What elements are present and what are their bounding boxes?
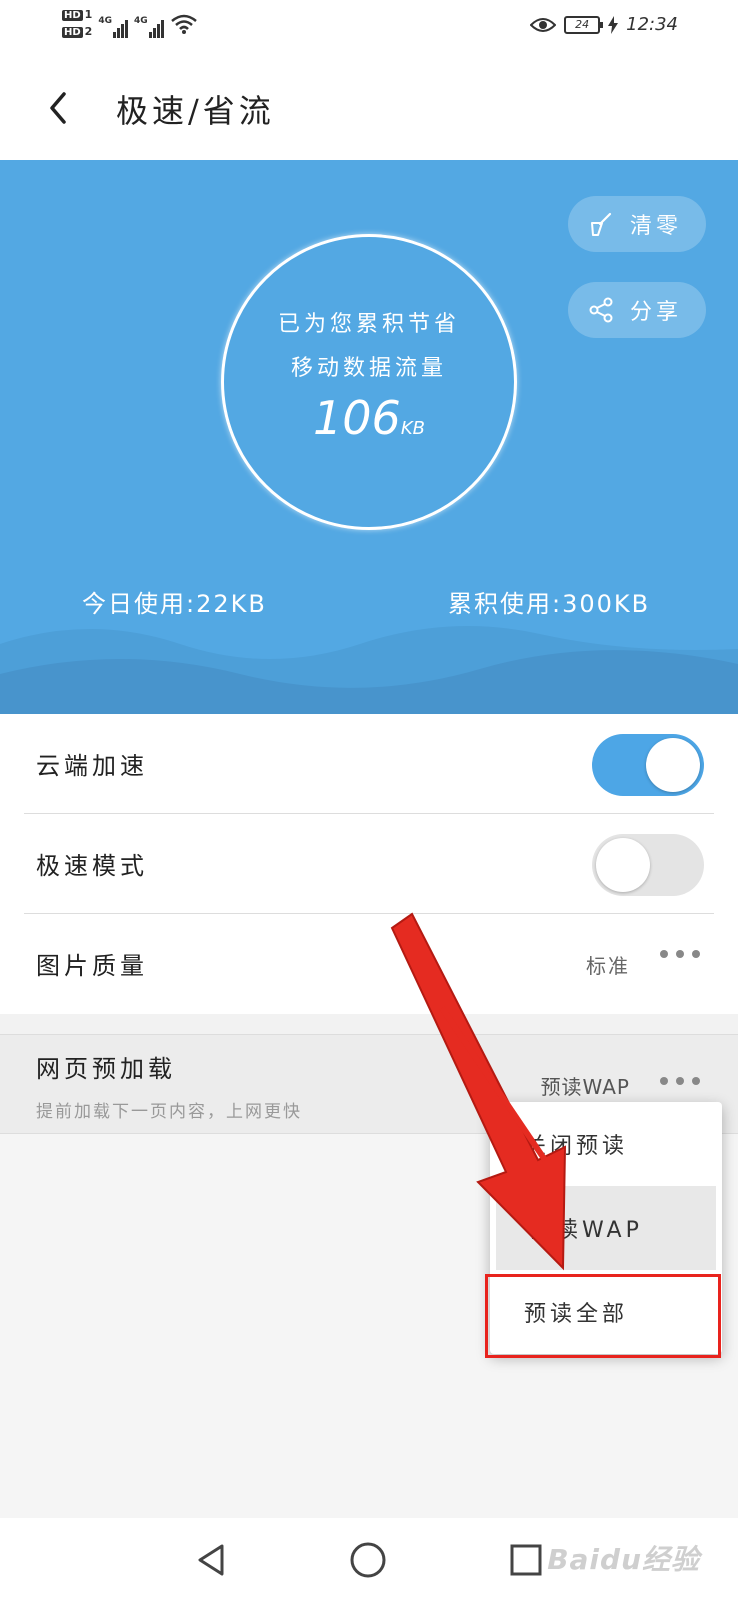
clear-button[interactable]: 清零: [568, 196, 706, 252]
preload-value: 预读WAP: [540, 1075, 630, 1099]
sim1-badge: HD 1: [62, 8, 93, 21]
status-bar: HD 1 HD 2 4G 4G 24 12:34: [0, 0, 738, 56]
signal2-icon: 4G: [134, 10, 164, 38]
savings-unit: KB: [400, 418, 425, 439]
wifi-icon: [170, 14, 197, 34]
savings-caption-line1: 已为您累积节省: [277, 312, 460, 337]
cloud-accel-label: 云端加速: [36, 752, 148, 780]
wave-decoration: [0, 626, 738, 714]
share-label: 分享: [630, 300, 683, 325]
menu-item-disable-preload[interactable]: 关闭预读: [490, 1102, 722, 1186]
cloud-accel-row: 云端加速: [24, 714, 714, 814]
section-divider: [0, 1014, 738, 1034]
savings-circle: 已为您累积节省 移动数据流量 106KB: [221, 234, 517, 530]
more-icon[interactable]: [660, 1077, 700, 1085]
nav-home-button[interactable]: [346, 1538, 390, 1582]
nav-bar: Baidu经验: [0, 1518, 738, 1600]
today-usage: 今日使用:22KB: [82, 590, 267, 618]
image-quality-label: 图片质量: [36, 952, 148, 980]
toggle-knob: [646, 738, 700, 792]
eye-icon: [530, 17, 557, 32]
preload-description: 提前加载下一页内容，上网更快: [36, 1102, 302, 1122]
savings-value: 106KB: [224, 391, 514, 445]
speed-mode-toggle[interactable]: [592, 834, 704, 896]
nav-back-button[interactable]: [190, 1538, 234, 1582]
back-button[interactable]: [38, 78, 78, 138]
cloud-accel-toggle[interactable]: [592, 734, 704, 796]
highlight-box: [485, 1274, 721, 1358]
page-title: 极速/省流: [116, 92, 275, 130]
signal1-icon: 4G: [98, 10, 128, 38]
share-button[interactable]: 分享: [568, 282, 706, 338]
charging-icon: [608, 15, 619, 34]
preload-label: 网页预加载: [36, 1055, 176, 1083]
watermark: Baidu经验: [547, 1543, 700, 1576]
speed-mode-row: 极速模式: [24, 814, 714, 914]
savings-caption: 已为您累积节省 移动数据流量: [224, 303, 514, 391]
back-arrow-icon: [50, 92, 66, 124]
nav-recent-button[interactable]: [504, 1538, 548, 1582]
speed-mode-label: 极速模式: [36, 852, 148, 880]
battery-icon: 24: [564, 15, 604, 34]
status-time: 12:34: [626, 14, 678, 35]
settings-list: 云端加速 极速模式 图片质量 标准: [0, 714, 738, 1014]
triangle-back-icon: [198, 1544, 224, 1576]
broom-icon: [591, 212, 612, 236]
title-bar: 极速/省流: [0, 56, 738, 160]
more-icon[interactable]: [660, 950, 700, 958]
circle-home-icon: [350, 1542, 386, 1578]
share-icon: [589, 297, 613, 323]
savings-caption-line2: 移动数据流量: [290, 356, 447, 381]
sim-indicators: HD 1 HD 2: [62, 8, 92, 40]
toggle-knob: [596, 838, 650, 892]
square-recent-icon: [510, 1544, 542, 1576]
image-quality-row[interactable]: 图片质量 标准: [24, 914, 714, 1014]
status-left: HD 1 HD 2 4G 4G: [62, 8, 198, 40]
data-saving-hero: 已为您累积节省 移动数据流量 106KB 清零 分享 今日使用:22KB 累积使…: [0, 160, 738, 714]
image-quality-value: 标准: [586, 954, 630, 978]
sim2-badge: HD 2: [62, 25, 93, 38]
menu-item-preload-wap[interactable]: 预读WAP: [496, 1186, 716, 1270]
savings-number: 106: [313, 391, 401, 445]
total-usage: 累积使用:300KB: [448, 590, 651, 618]
clear-label: 清零: [630, 214, 683, 239]
status-right: 24 12:34: [530, 14, 678, 35]
